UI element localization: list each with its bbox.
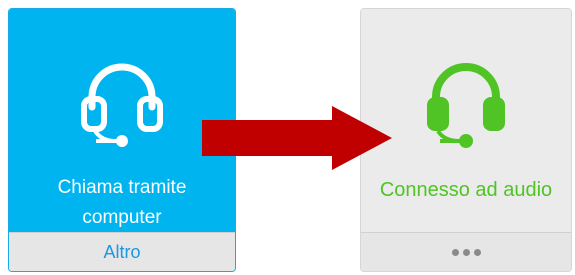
altro-link[interactable]: Altro <box>103 242 140 263</box>
call-via-computer-label-line2: computer <box>82 207 162 228</box>
call-via-computer-label-line1: Chiama tramite <box>57 177 187 198</box>
connected-audio-label: Connesso ad audio <box>379 179 553 201</box>
more-options-icon[interactable] <box>451 248 481 256</box>
connected-audio-panel: Connesso ad audio <box>361 9 571 233</box>
red-arrow-icon <box>202 106 392 175</box>
headset-icon <box>422 53 510 154</box>
right-card-footer <box>361 232 571 271</box>
left-card-footer: Altro <box>9 232 235 271</box>
headset-icon <box>78 53 166 154</box>
